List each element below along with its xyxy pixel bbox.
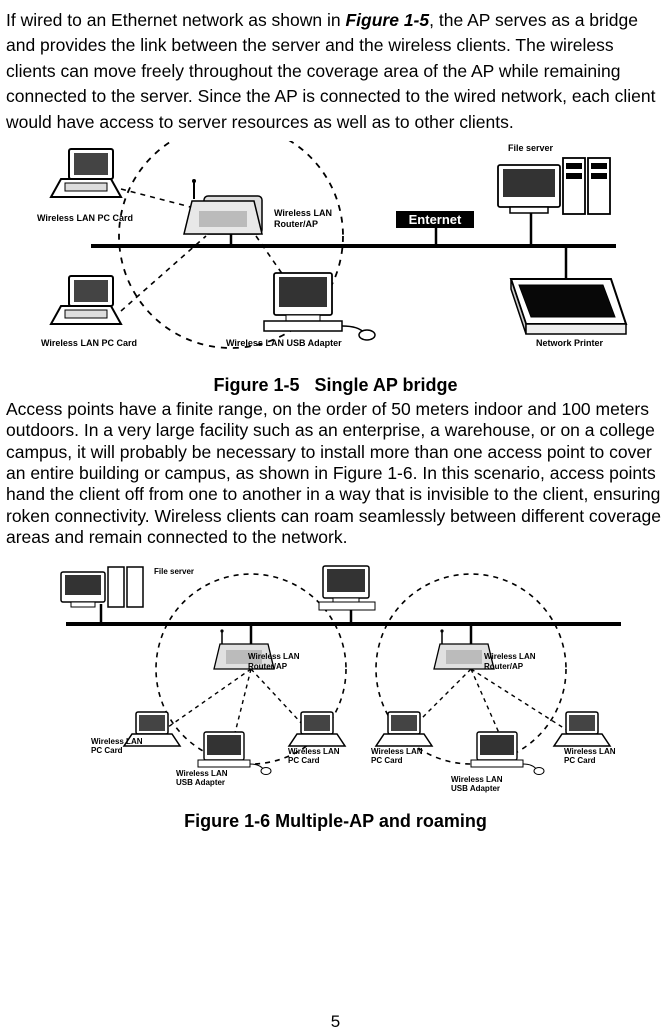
- usb-adapter-icon: [264, 273, 375, 340]
- wlan-pc-card-label-2: Wireless LAN PC Card: [41, 338, 137, 348]
- pc-card-l1b: PC Card: [91, 746, 123, 755]
- laptop-icon: [554, 712, 610, 746]
- intro-text-before: If wired to an Ethernet network as shown…: [6, 10, 345, 30]
- intro-paragraph: If wired to an Ethernet network as shown…: [6, 8, 665, 135]
- wlan-router-label-fig2-l2: Router/AP: [248, 662, 288, 671]
- network-printer-label: Network Printer: [536, 338, 604, 348]
- wlan-router-label-fig2-r2: Router/AP: [484, 662, 524, 671]
- pc-card-3b: PC Card: [371, 756, 403, 765]
- wlan-router-label-fig2-l1: Wireless LAN: [248, 652, 300, 661]
- wlan-usb-adapter-label: Wireless LAN USB Adapter: [226, 338, 342, 348]
- laptop-icon: [289, 712, 345, 746]
- desktop-icon: [319, 566, 375, 610]
- figure-1-5-caption: Figure 1-5 Single AP bridge: [6, 375, 665, 396]
- middle-paragraph: Access points have a finite range, on th…: [6, 399, 665, 548]
- pc-card-3a: Wireless LAN: [371, 747, 423, 756]
- usb-r1: Wireless LAN: [451, 775, 503, 784]
- enternet-label: Enternet: [409, 212, 462, 227]
- usb-lab-l2: USB Adapter: [176, 778, 225, 787]
- page-number: 5: [0, 1012, 671, 1032]
- usb-r2: USB Adapter: [451, 784, 500, 793]
- figure-1-5-diagram: Enternet Wireless LAN PC Card Wireless L…: [6, 141, 665, 373]
- pc-card-4b: PC Card: [564, 756, 596, 765]
- wlan-router-label-fig2-r1: Wireless LAN: [484, 652, 536, 661]
- pc-card-2b: PC Card: [288, 756, 320, 765]
- usb-lab-l1: Wireless LAN: [176, 769, 228, 778]
- network-printer-icon: [511, 279, 626, 334]
- wlan-pc-card-label: Wireless LAN PC Card: [37, 213, 133, 223]
- wlan-router-label-1: Wireless LAN: [274, 208, 332, 218]
- pc-card-l1a: Wireless LAN: [91, 737, 143, 746]
- laptop-icon: [51, 149, 121, 197]
- router-ap-icon: [184, 179, 262, 234]
- laptop-icon: [51, 276, 121, 324]
- wlan-router-label-2: Router/AP: [274, 219, 318, 229]
- usb-adapter-icon: [471, 732, 544, 775]
- file-server-icon: [498, 158, 610, 214]
- file-server-label: File server: [508, 143, 554, 153]
- figure-reference: Figure 1-5: [345, 10, 429, 30]
- pc-card-4a: Wireless LAN: [564, 747, 616, 756]
- file-server-icon: [61, 567, 143, 607]
- file-server-label-fig2: File server: [154, 567, 194, 576]
- figure-1-6-diagram: File server Wireless LAN Router/AP Wirel…: [6, 554, 665, 809]
- pc-card-2a: Wireless LAN: [288, 747, 340, 756]
- figure-1-6-caption: Figure 1-6 Multiple-AP and roaming: [6, 811, 665, 832]
